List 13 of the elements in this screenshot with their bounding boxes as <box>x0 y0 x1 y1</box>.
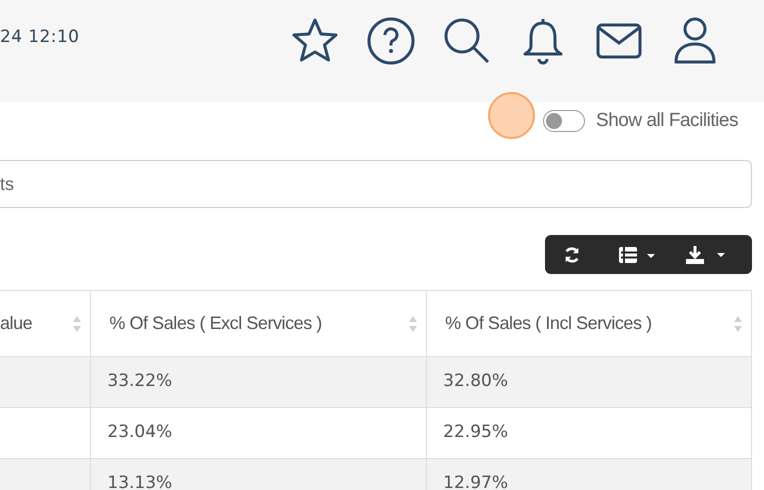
datetime-text: 24 12:10 <box>0 26 80 49</box>
download-menu-icon[interactable] <box>685 244 725 264</box>
refresh-icon[interactable] <box>563 246 581 264</box>
column-header[interactable]: % Of Sales ( Excl Services ) <box>90 290 427 356</box>
toggle-label: Show all Facilities <box>596 108 738 133</box>
click-indicator <box>488 92 535 139</box>
column-header[interactable]: alue <box>0 290 91 356</box>
search-field[interactable]: ts <box>0 160 752 208</box>
search-icon[interactable] <box>442 16 492 66</box>
columns-menu-icon[interactable] <box>618 246 656 264</box>
column-header[interactable]: % Of Sales ( Incl Services ) <box>426 290 752 356</box>
toggle-switch[interactable] <box>543 110 586 132</box>
help-icon[interactable] <box>366 16 416 66</box>
